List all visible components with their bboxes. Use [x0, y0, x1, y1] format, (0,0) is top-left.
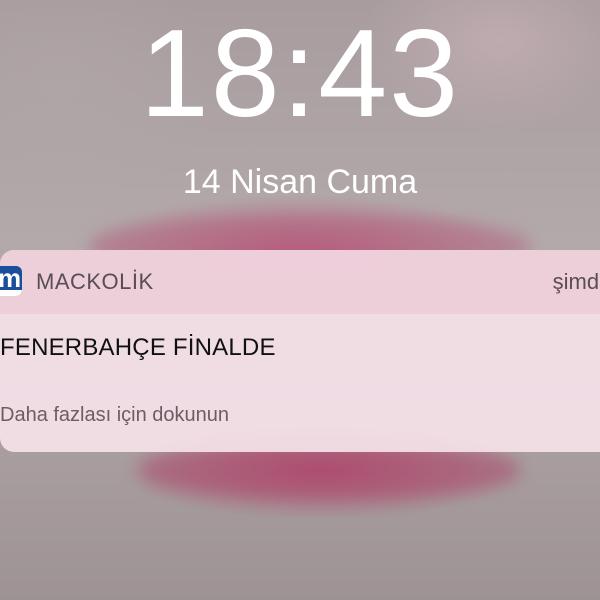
lockscreen-date: 14 Nisan Cuma: [182, 163, 418, 201]
notification-title: FENERBAHÇE FİNALDE: [0, 334, 276, 361]
mackolik-app-icon: m: [0, 266, 22, 296]
notification-app-name: MACKOLİK: [36, 269, 154, 294]
notification-time: şimdi: [552, 269, 600, 294]
app-icon-strip: [0, 290, 22, 296]
notification-card[interactable]: m MACKOLİK şimdi FENERBAHÇE FİNALDE Daha…: [0, 250, 600, 452]
notification-header: m MACKOLİK şimdi: [0, 250, 600, 314]
notification-hint: Daha fazlası için dokunun: [0, 404, 230, 426]
wallpaper-lip-bottom: [140, 445, 520, 500]
lockscreen-clock: 18:43: [139, 5, 461, 143]
app-icon-letter: m: [0, 266, 22, 293]
